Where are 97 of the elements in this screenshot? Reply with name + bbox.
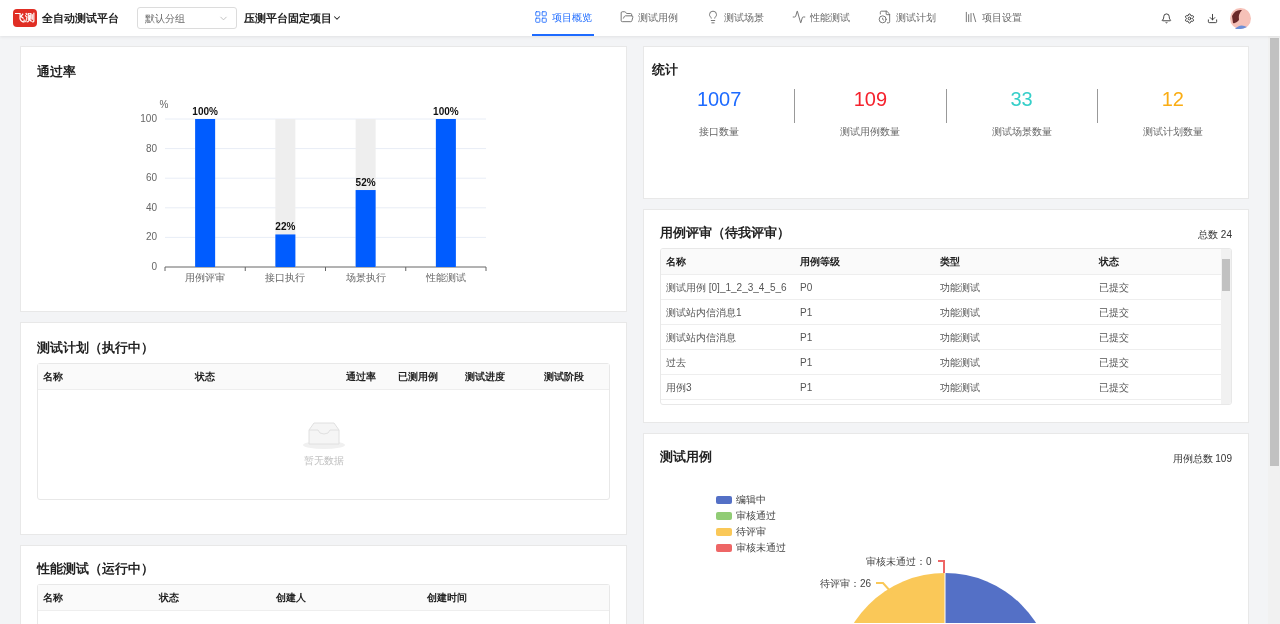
page-scrollbar[interactable] xyxy=(1268,36,1280,624)
column-header: 状态 xyxy=(159,591,180,605)
stat-value: 33 xyxy=(1010,87,1033,111)
logo: 飞测 xyxy=(13,9,37,27)
x-tick-label: 场景执行 xyxy=(344,272,386,283)
table-cell-text: P0 xyxy=(800,280,814,295)
column-header: 状态 xyxy=(194,370,216,384)
x-tick-label: 性能测试 xyxy=(424,272,466,283)
bar xyxy=(275,234,296,267)
card-title: 统计 xyxy=(652,60,678,79)
column-header: 测试阶段 xyxy=(544,370,586,384)
nav-tab[interactable]: 项目概览 xyxy=(532,0,594,36)
books-icon xyxy=(964,10,978,24)
table-cell-text: 测试用例 [0]_1_2_3_4_5_6 xyxy=(666,280,788,295)
column-header: 名称 xyxy=(43,591,64,605)
table-cell-text: 已提交 xyxy=(1099,280,1130,295)
settings-icon[interactable] xyxy=(1184,12,1195,24)
stat-label: 测试用例数量 xyxy=(840,125,901,139)
table-cell-text: P1 xyxy=(800,305,814,320)
lightbulb-icon xyxy=(706,10,720,24)
table-cell-text: 测试站内信消息 xyxy=(666,330,737,345)
nav-tab[interactable]: 性能测试 xyxy=(790,0,852,36)
y-tick-label: 100 xyxy=(140,113,158,124)
grid-icon xyxy=(534,10,548,24)
table-cell-text: P1 xyxy=(800,355,814,370)
bar-chart: % 0 20 40 60 80 100 100% 用例评审 22% 接口执行 52% 场景执行 100% 性能测试 xyxy=(21,97,627,291)
nav-tab[interactable]: 项目设置 xyxy=(962,0,1024,36)
card-title: 用例评审（待我评审） xyxy=(660,223,790,242)
column-header: 名称 xyxy=(43,370,64,384)
table-cell-text: P1 xyxy=(800,380,814,395)
table-cell-text: 已提交 xyxy=(1099,330,1130,345)
column-header: 类型 xyxy=(940,255,961,269)
table-cell-text: 过去 xyxy=(666,355,687,370)
legend-label: 待评审 xyxy=(736,526,766,538)
pulse-icon xyxy=(792,10,806,24)
nav-tab[interactable]: 测试场景 xyxy=(704,0,766,36)
total-count: 总数 24 xyxy=(1198,228,1232,242)
card-title: 测试计划（执行中） xyxy=(37,338,154,357)
stat-value: 109 xyxy=(853,87,888,111)
stat-value: 1007 xyxy=(696,87,742,111)
folder-icon xyxy=(620,10,634,24)
empty-inbox-icon xyxy=(302,422,345,449)
x-tick-label: 用例评审 xyxy=(185,272,226,283)
table-cell-text: 测试站内信消息1 xyxy=(666,305,743,320)
table-cell-text: P1 xyxy=(800,330,814,345)
column-header: 测试进度 xyxy=(465,370,506,384)
nav-tab[interactable]: 测试用例 xyxy=(618,0,680,36)
column-header: 创建人 xyxy=(276,591,307,605)
column-header: 通过率 xyxy=(345,370,377,384)
table-cell-text: 已提交 xyxy=(1099,355,1130,370)
download-icon[interactable] xyxy=(1207,12,1218,24)
stat-label: 测试场景数量 xyxy=(991,125,1052,139)
table-cell-text: 功能测试 xyxy=(940,305,981,320)
y-tick-label: 80 xyxy=(145,142,158,154)
table-cell-text: 功能测试 xyxy=(940,355,981,370)
slice-label: 待评审：26 xyxy=(820,577,872,591)
total-count: 用例总数 109 xyxy=(1172,452,1232,466)
table-cell-text: 已提交 xyxy=(1099,305,1130,320)
table-cell-text: 功能测试 xyxy=(940,380,981,395)
stat-label: 测试计划数量 xyxy=(1142,125,1203,139)
avatar[interactable] xyxy=(1230,7,1251,29)
stat-value: 12 xyxy=(1161,87,1184,111)
column-header: 状态 xyxy=(1099,255,1120,269)
app-name: 全自动测试平台 xyxy=(42,10,119,26)
y-tick-label: 60 xyxy=(145,172,158,184)
group-select[interactable]: 默认分组 xyxy=(137,7,237,29)
chevron-down-icon xyxy=(332,13,342,23)
project-switcher[interactable]: 压测平台固定项目 xyxy=(244,9,342,27)
y-tick-label: 40 xyxy=(145,201,158,213)
legend-label: 编辑中 xyxy=(736,494,766,506)
card-title: 通过率 xyxy=(37,63,76,82)
table-cell-text: 功能测试 xyxy=(940,330,981,345)
column-header: 用例等级 xyxy=(800,255,841,269)
notification-icon[interactable] xyxy=(1161,12,1172,24)
legend-label: 审核未通过 xyxy=(736,542,786,554)
table-cell-text: 用例3 xyxy=(666,380,693,395)
y-tick-label: 0 xyxy=(151,261,158,272)
card-title: 性能测试（运行中） xyxy=(37,559,154,578)
data-label: 52% xyxy=(355,177,376,189)
nav-tab[interactable]: 测试计划 xyxy=(876,0,938,36)
card-title: 测试用例 xyxy=(660,447,712,466)
y-tick-label: 20 xyxy=(145,231,158,243)
data-label: 100% xyxy=(433,106,459,117)
column-header: 已测用例 xyxy=(398,370,440,384)
table-cell-text: 功能测试 xyxy=(940,280,981,295)
slice-label: 审核未通过：0 xyxy=(866,555,932,569)
scrollbar[interactable] xyxy=(1221,249,1231,404)
column-header: 名称 xyxy=(666,255,687,269)
stat-label: 接口数量 xyxy=(699,125,740,139)
y-axis-title: % xyxy=(159,99,169,110)
data-label: 22% xyxy=(275,221,296,233)
column-header: 创建时间 xyxy=(427,591,468,605)
legend-label: 审核通过 xyxy=(736,510,776,522)
data-label: 100% xyxy=(192,106,219,117)
table-cell-text: 已提交 xyxy=(1099,380,1130,395)
x-tick-label: 接口执行 xyxy=(265,272,306,283)
document-icon xyxy=(878,10,892,24)
